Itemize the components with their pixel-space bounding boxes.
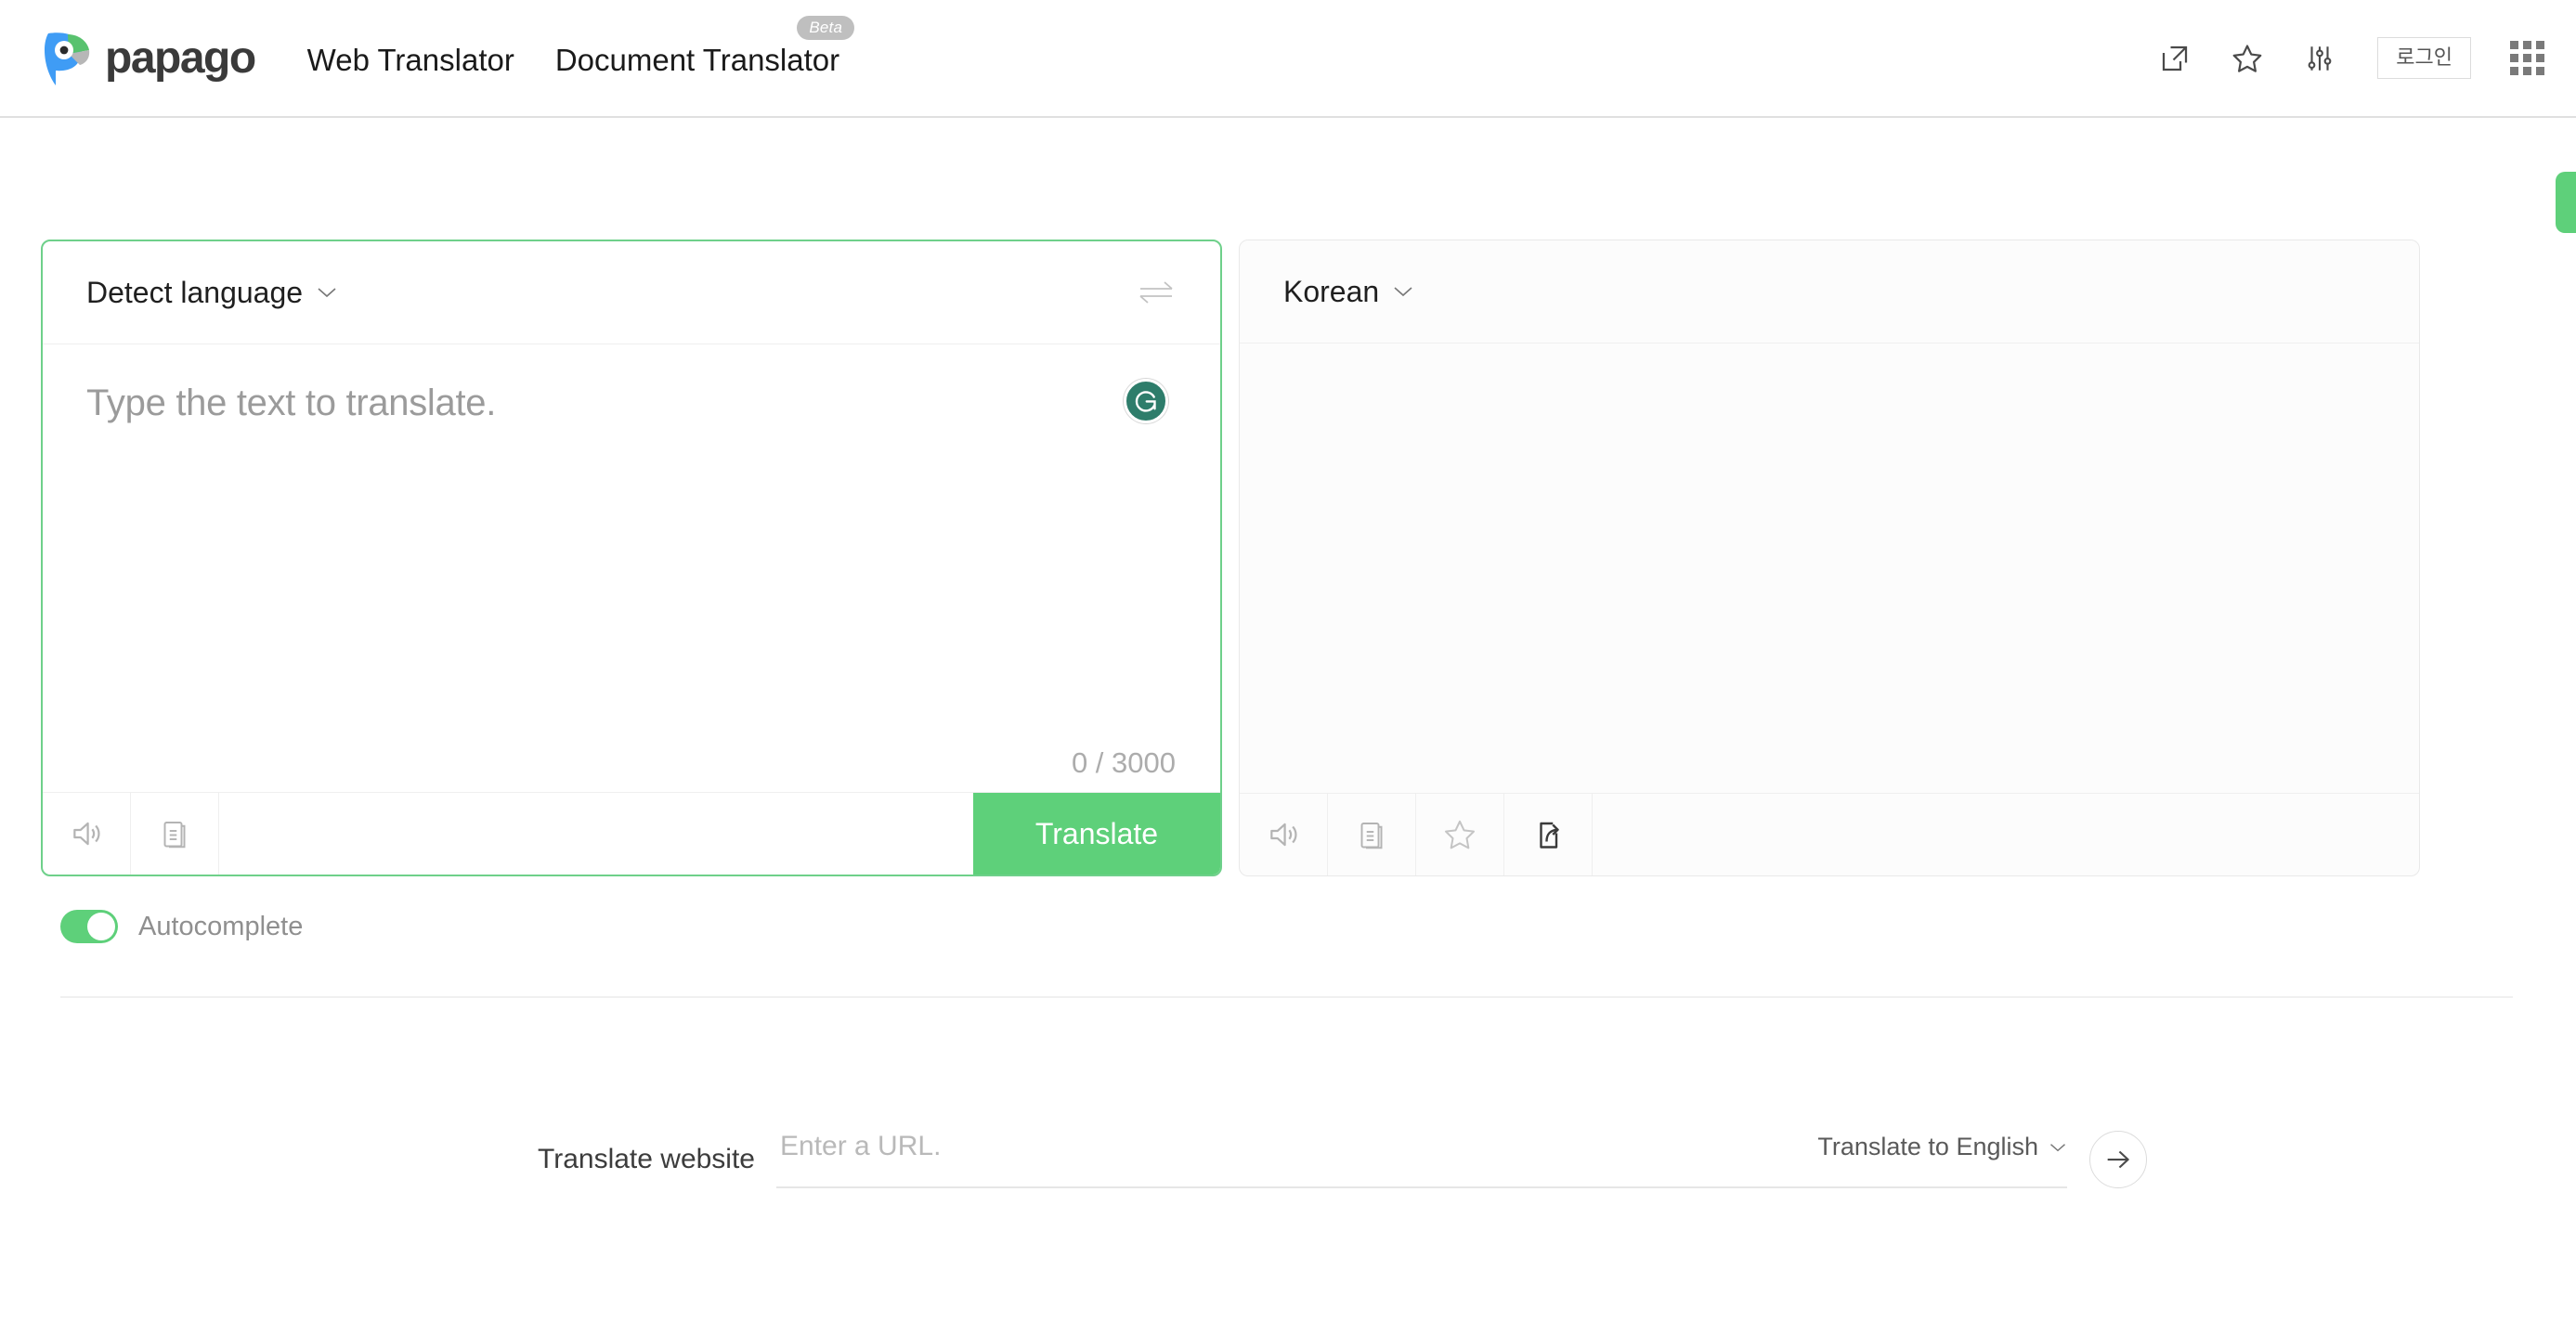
- main-content: Detect language Type the text to transla…: [0, 240, 2576, 1188]
- app-header: papago Web Translator Document Translato…: [0, 0, 2576, 233]
- source-toolbar-spacer: [219, 793, 973, 875]
- parrot-logo-icon: [45, 32, 90, 85]
- speaker-icon: [73, 822, 100, 846]
- header-actions: 로그인: [2154, 37, 2544, 79]
- target-text-area: [1240, 343, 2419, 793]
- arrow-right-icon: [2107, 1150, 2129, 1169]
- source-panel-header: Detect language: [43, 241, 1220, 344]
- target-favorite-button[interactable]: [1416, 794, 1504, 875]
- target-share-button[interactable]: [1504, 794, 1593, 875]
- nav-web-translator[interactable]: Web Translator: [307, 45, 516, 75]
- source-text-area[interactable]: Type the text to translate. 0 / 3000: [43, 344, 1220, 792]
- target-language-selector[interactable]: Korean: [1283, 277, 1414, 306]
- side-panel-tab[interactable]: [2556, 172, 2576, 233]
- target-panel-header: Korean: [1240, 240, 2419, 343]
- speaker-icon: [1270, 823, 1297, 847]
- nav-document-translator-label: Document Translator: [554, 43, 840, 77]
- chevron-down-icon: [2050, 1143, 2065, 1151]
- website-target-language-label: Translate to English: [1817, 1133, 2038, 1160]
- brand-logo[interactable]: papago: [41, 30, 256, 87]
- target-panel-toolbar: [1240, 793, 2419, 875]
- popup-window-icon[interactable]: [2154, 38, 2195, 79]
- website-translate-go-button[interactable]: [2089, 1131, 2147, 1188]
- share-icon: [1540, 822, 1559, 849]
- url-field: Translate to English: [776, 1131, 2067, 1188]
- login-button[interactable]: 로그인: [2377, 37, 2471, 79]
- swap-languages-icon: [1139, 281, 1173, 304]
- main-nav: Web Translator Document Translator Beta: [307, 16, 855, 77]
- autocomplete-toggle-knob: [87, 913, 115, 940]
- source-language-selector[interactable]: Detect language: [86, 278, 338, 307]
- source-panel-toolbar: Translate: [43, 792, 1220, 875]
- source-placeholder: Type the text to translate.: [86, 382, 497, 423]
- copy-icon: [1360, 823, 1383, 849]
- autocomplete-label: Autocomplete: [138, 911, 304, 941]
- translation-panels: Detect language Type the text to transla…: [41, 240, 2535, 876]
- source-language-label: Detect language: [86, 276, 304, 309]
- website-target-language-selector[interactable]: Translate to English: [1817, 1134, 2067, 1160]
- target-language-label: Korean: [1283, 275, 1380, 308]
- target-panel: Korean: [1239, 240, 2420, 876]
- login-button-label: 로그인: [2396, 45, 2452, 69]
- translate-button-label: Translate: [1034, 817, 1159, 850]
- website-translate-row: Translate website Translate to English: [41, 1131, 2535, 1188]
- grammarly-icon[interactable]: [1124, 379, 1168, 423]
- chevron-down-icon: [1394, 287, 1412, 297]
- website-translate-label: Translate website: [538, 1144, 755, 1174]
- apps-grid-icon[interactable]: [2510, 41, 2544, 75]
- target-toolbar-spacer: [1593, 794, 2419, 875]
- star-icon: [1445, 820, 1475, 849]
- copy-icon: [163, 822, 186, 849]
- autocomplete-row: Autocomplete: [41, 910, 2535, 943]
- section-divider: [60, 996, 2513, 998]
- swap-languages-button[interactable]: [1135, 271, 1177, 314]
- target-speaker-button[interactable]: [1240, 794, 1328, 875]
- chevron-down-icon: [318, 288, 336, 298]
- url-input[interactable]: [780, 1131, 1542, 1162]
- settings-sliders-icon[interactable]: [2299, 38, 2340, 79]
- source-speaker-button[interactable]: [43, 793, 131, 875]
- target-copy-button[interactable]: [1328, 794, 1416, 875]
- nav-web-translator-label: Web Translator: [306, 43, 514, 77]
- brand-name: papago: [105, 32, 256, 83]
- translate-button[interactable]: Translate: [973, 793, 1220, 875]
- source-copy-button[interactable]: [131, 793, 219, 875]
- autocomplete-toggle[interactable]: [60, 910, 118, 943]
- beta-badge: Beta: [797, 16, 855, 40]
- star-icon[interactable]: [2227, 38, 2268, 79]
- source-panel: Detect language Type the text to transla…: [41, 240, 1222, 876]
- character-counter: 0 / 3000: [1071, 746, 1176, 779]
- nav-document-translator[interactable]: Document Translator Beta: [554, 16, 855, 77]
